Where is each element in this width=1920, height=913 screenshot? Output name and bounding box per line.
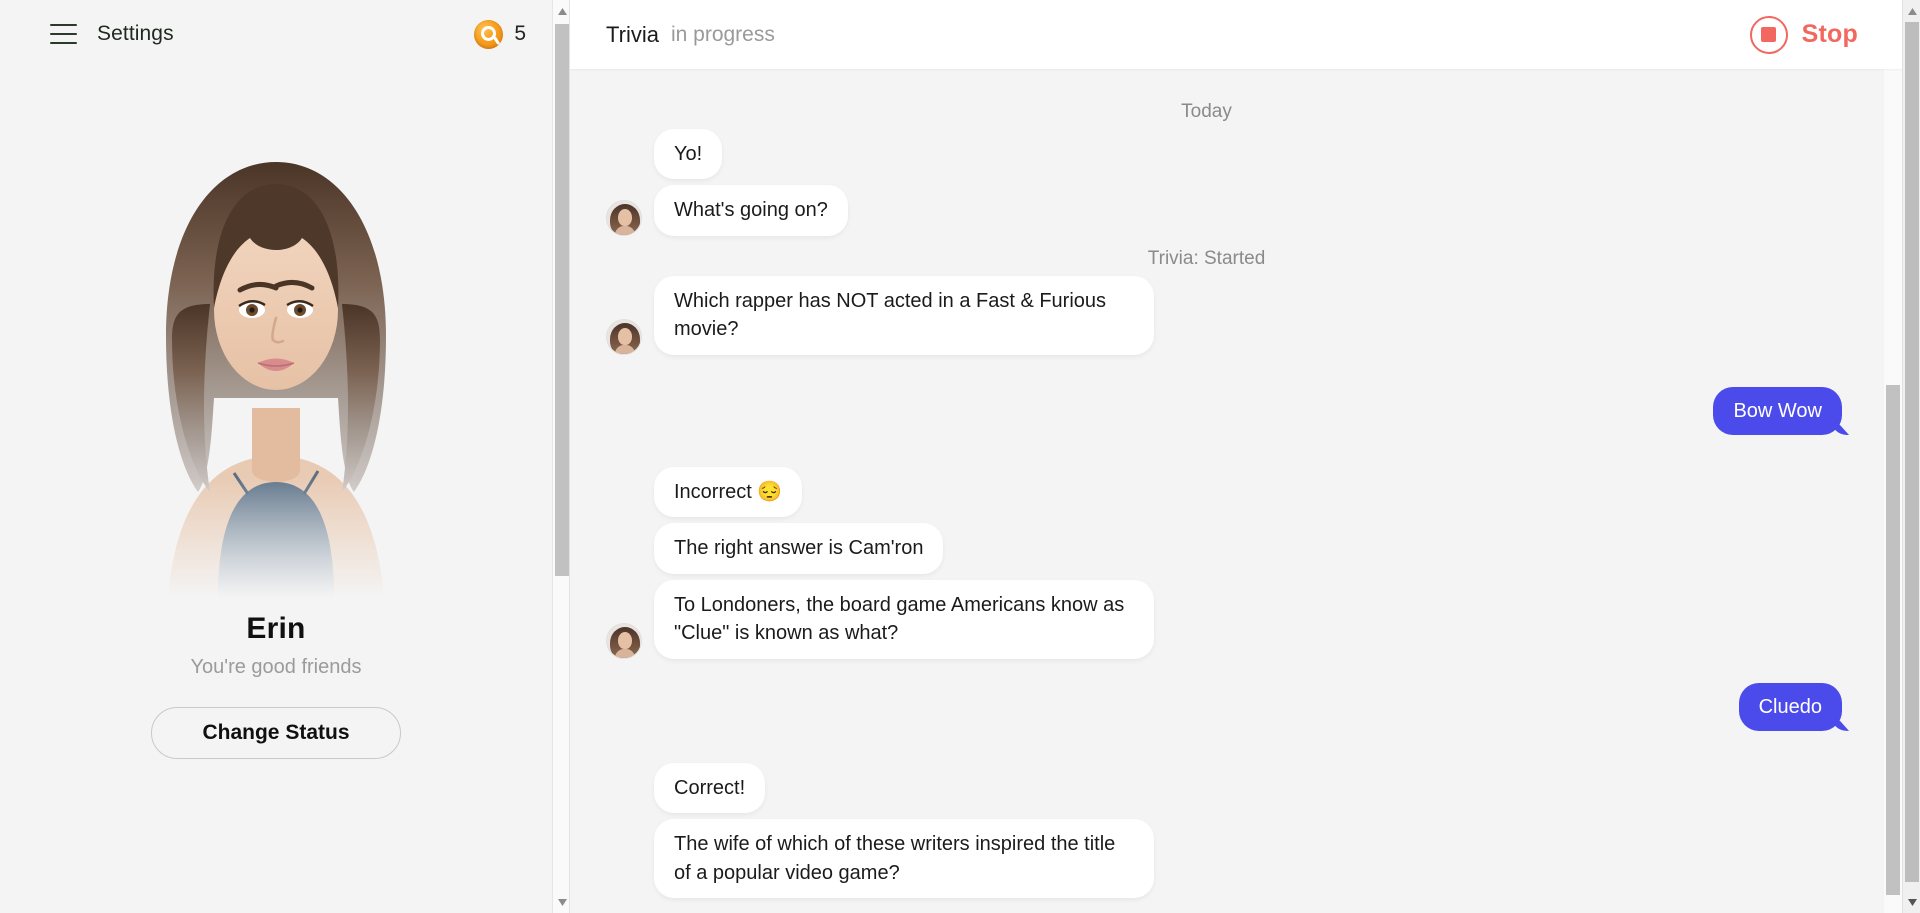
system-divider-trivia-started: Trivia: Started [606,248,1842,270]
message-bubble: Incorrect 😔 [654,467,802,517]
profile-name: Erin [0,612,552,646]
chat-header: Trivia in progress Stop [570,0,1920,69]
message-row: The wife of which of these writers inspi… [606,819,1842,898]
message-bubble: Yo! [654,129,722,179]
scroll-down-arrow-icon[interactable] [553,893,570,911]
left-panel-content: Settings 5 [0,0,552,913]
message-row-outgoing: Cluedo [606,683,1842,731]
message-bubble: Correct! [654,763,765,813]
character-illustration [106,78,446,598]
coin-icon [474,20,503,49]
avatar[interactable] [606,200,642,236]
message-bubble: What's going on? [654,185,848,235]
chat-message-list[interactable]: Today Yo! What's going on? Trivia: Start… [570,69,1902,913]
stop-button[interactable]: Stop [1750,16,1880,54]
profile-relationship: You're good friends [0,656,552,679]
message-row-outgoing: Bow Wow [606,387,1842,435]
change-status-button[interactable]: Change Status [151,707,401,759]
left-panel-scroll-thumb[interactable] [555,24,569,576]
chat-title: Trivia [606,22,659,48]
left-panel: Settings 5 [0,0,570,913]
message-bubble: The right answer is Cam'ron [654,523,943,573]
answer-choices-row: Ernest Hemingway Arthur Miller [606,904,1842,913]
chat-status-text: in progress [671,23,775,47]
message-row: Yo! [606,129,1842,179]
message-bubble-outgoing: Bow Wow [1713,387,1842,435]
chat-panel: Trivia in progress Stop Today Yo! [570,0,1920,913]
browser-scroll-thumb[interactable] [1905,22,1919,882]
browser-scrollbar[interactable] [1902,0,1920,913]
app-root: Settings 5 [0,0,1920,913]
message-bubble: The wife of which of these writers inspi… [654,819,1154,898]
browser-scroll-down-arrow-icon[interactable] [1903,893,1920,911]
hamburger-icon[interactable] [50,24,77,44]
message-row: To Londoners, the board game Americans k… [606,580,1842,659]
avatar[interactable] [606,319,642,355]
avatar-slot [606,200,642,236]
message-bubble-outgoing: Cluedo [1739,683,1842,731]
message-row: The right answer is Cam'ron [606,523,1842,573]
avatar[interactable] [606,623,642,659]
message-row: Incorrect 😔 [606,467,1842,517]
left-panel-header: Settings 5 [0,0,552,68]
message-bubble: Which rapper has NOT acted in a Fast & F… [654,276,1154,355]
system-divider-today: Today [606,101,1842,123]
coin-count: 5 [514,22,526,46]
stop-square-icon [1750,16,1788,54]
browser-scroll-up-arrow-icon[interactable] [1903,2,1920,20]
avatar-slot [606,319,642,355]
profile-block: Erin You're good friends Change Status [0,598,552,759]
settings-label[interactable]: Settings [97,22,174,46]
coin-balance[interactable]: 5 [474,20,526,49]
avatar-slot [606,623,642,659]
character-portrait[interactable] [0,68,552,598]
message-row: What's going on? [606,185,1842,235]
chat-scrollbar[interactable] [1884,0,1902,913]
chat-scroll-thumb[interactable] [1886,385,1900,895]
message-row: Which rapper has NOT acted in a Fast & F… [606,276,1842,355]
message-bubble: To Londoners, the board game Americans k… [654,580,1154,659]
scroll-up-arrow-icon[interactable] [553,2,570,20]
message-row: Correct! [606,763,1842,813]
left-panel-scrollbar[interactable] [552,0,570,913]
stop-button-label: Stop [1802,20,1858,49]
